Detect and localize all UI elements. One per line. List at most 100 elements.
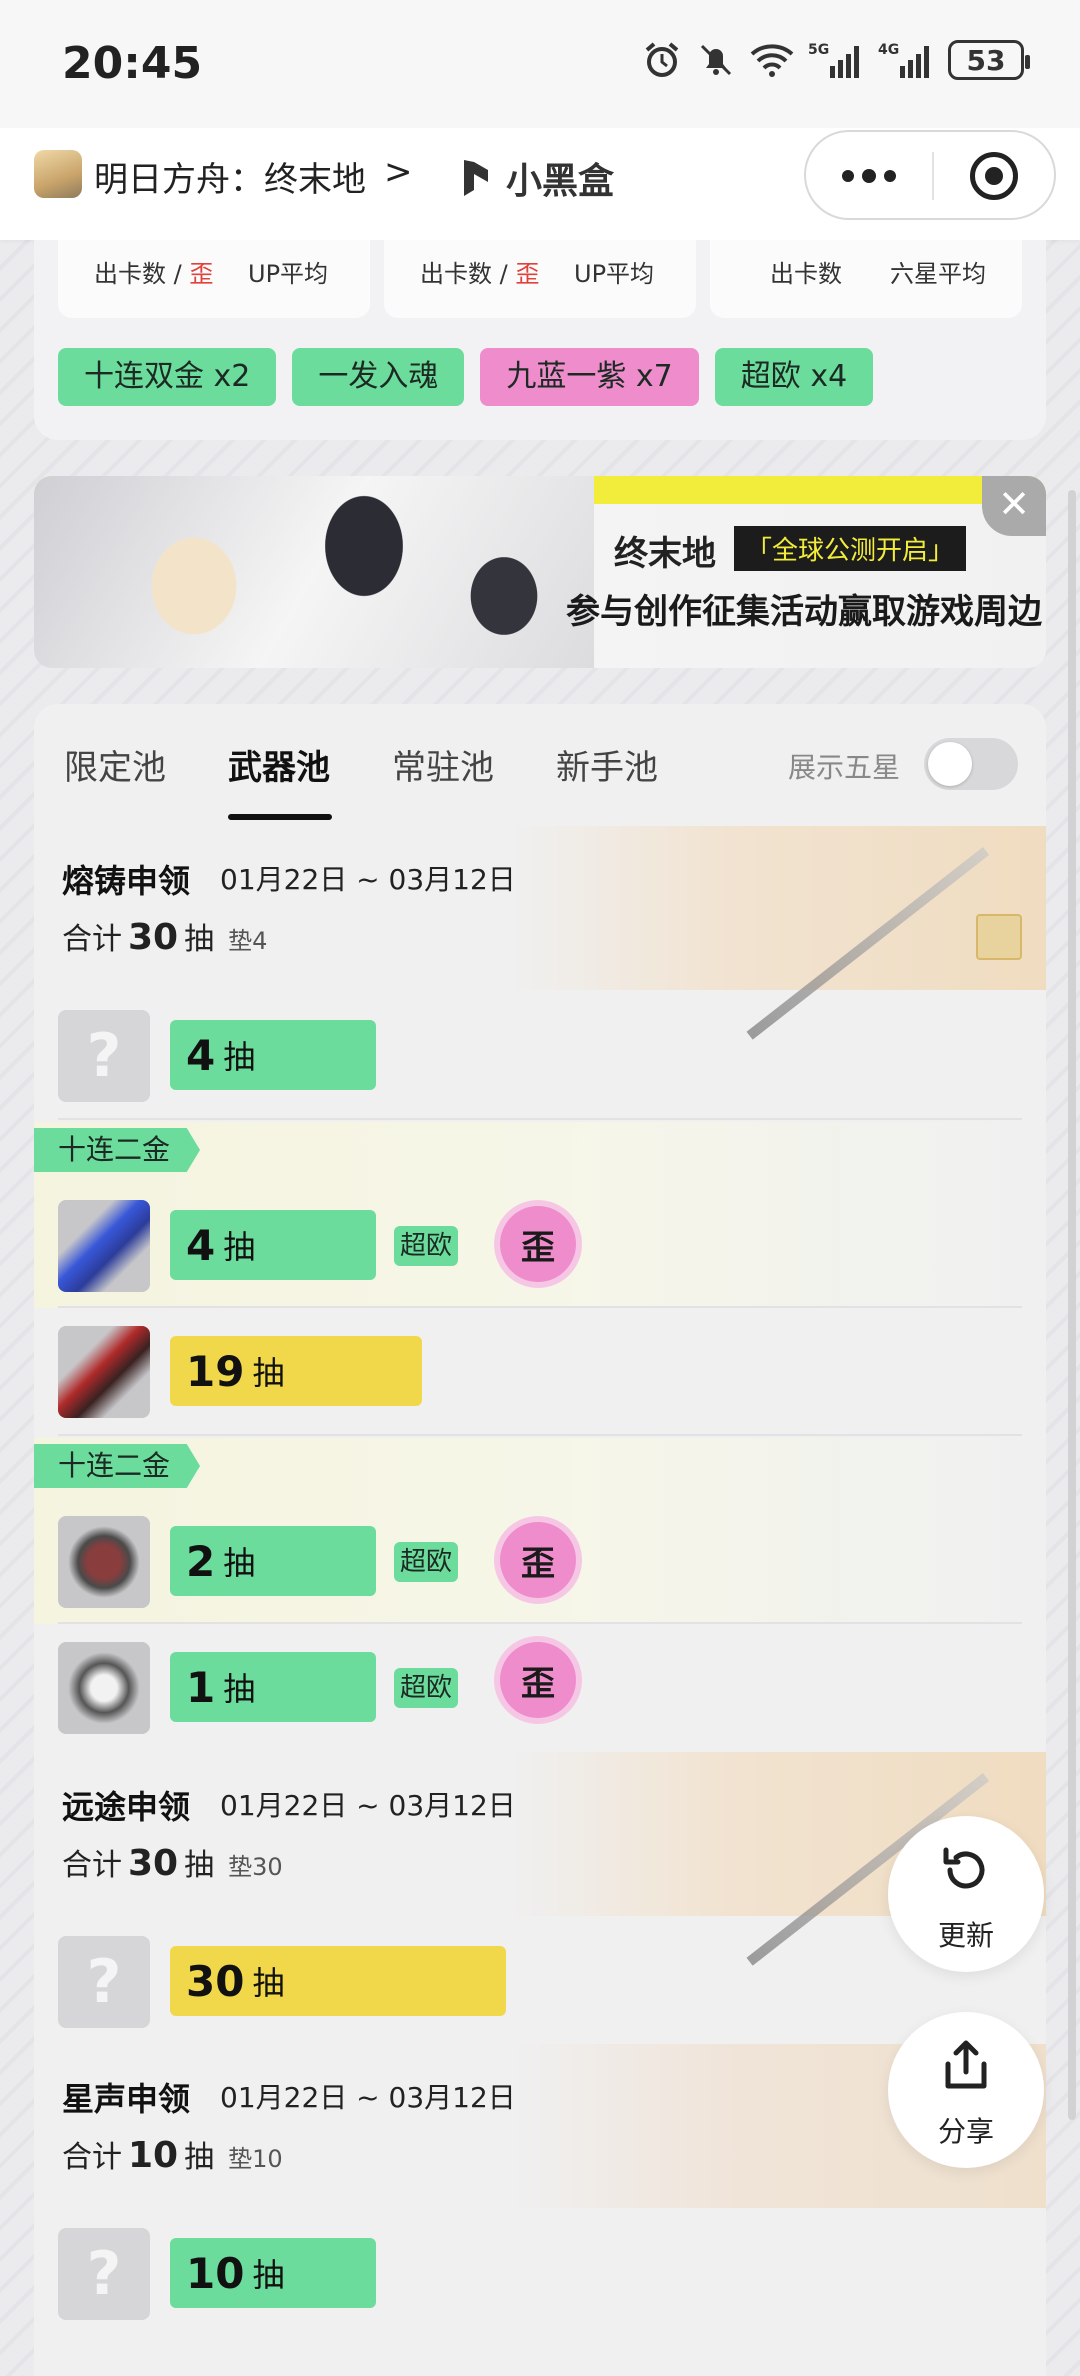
achievement-tags: 十连双金 x2 一发入魂 九蓝一紫 x7 超欧 x4 (58, 348, 874, 406)
show-five-star-label: 展示五星 (788, 751, 901, 784)
tab-limited[interactable]: 限定池 (64, 740, 166, 789)
refresh-label: 更新 (937, 1919, 994, 1952)
ten-pull-double-gold-ribbon: 十连二金 (34, 1128, 201, 1172)
pool-date: 01月22日 ~ 03月12日 (220, 1789, 516, 1822)
pool-date: 01月22日 ~ 03月12日 (220, 2081, 516, 2114)
unknown-item-icon (58, 2228, 150, 2320)
pull-count-bar: 19 抽 (170, 1336, 422, 1406)
pool-total: 合计 30 抽 垫4 (62, 914, 267, 958)
pool-total: 合计 10 抽 垫10 (62, 2132, 283, 2176)
chevron-right-icon[interactable]: > (384, 152, 413, 192)
unknown-item-icon (58, 1010, 150, 1102)
pool-header: 熔铸申领 01月22日 ~ 03月12日 合计 30 抽 垫4 (34, 826, 1046, 1040)
promo-banner[interactable]: 终末地 「全球公测开启」 参与创作征集活动赢取游戏周边 ✕ (34, 476, 1046, 668)
capsule-divider (932, 152, 934, 200)
stat-label-crooked: 歪 (515, 260, 540, 288)
pool-pity: 垫30 (228, 1853, 283, 1881)
pool-header-decoration (506, 826, 1046, 990)
share-button[interactable]: 分享 (888, 2012, 1044, 2168)
banner-badge: 「全球公测开启」 (734, 526, 967, 571)
exit-target-icon[interactable] (970, 152, 1018, 200)
pull-row-highlight: 十连二金 2抽 超欧 歪 (34, 1438, 1046, 1624)
game-title[interactable]: 明日方舟：终末地 (94, 152, 366, 201)
pool-weapon-thumbnail (976, 914, 1022, 960)
brand-logo-icon (464, 160, 488, 196)
pool-total-unit: 抽 (184, 2140, 215, 2175)
weapon-silver-icon (58, 1642, 150, 1734)
tab-weapon[interactable]: 武器池 (228, 740, 330, 789)
show-five-star-toggle[interactable] (924, 738, 1018, 790)
stat-label-six-star-avg: 六星平均 (890, 260, 986, 288)
pool-total-count: 30 (128, 1843, 179, 1884)
pull-row: 10抽 (34, 2210, 1046, 2338)
banner-artwork (34, 476, 594, 668)
tag-super-lucky: 超欧 x4 (714, 348, 874, 406)
stat-label-crooked: 歪 (189, 260, 214, 288)
pull-unit: 抽 (223, 1038, 256, 1076)
mini-program-nav: 明日方舟：终末地 > 小黑盒 (0, 128, 1080, 240)
pool-total-prefix: 合计 (62, 2140, 122, 2175)
pool-date: 01月22日 ~ 03月12日 (220, 863, 516, 896)
banner-close-icon[interactable]: ✕ (982, 476, 1046, 536)
battery-indicator: 53 (948, 40, 1030, 80)
super-lucky-badge: 超欧 (394, 1542, 459, 1582)
pull-count: 4 (186, 1030, 216, 1080)
wifi-icon (750, 44, 794, 77)
pool-pity: 垫10 (228, 2145, 283, 2173)
pull-unit: 抽 (223, 1544, 256, 1582)
signal-4g-icon: 4G (878, 42, 929, 78)
stat-label: 出卡数 / (94, 260, 190, 288)
pull-count: 19 (186, 1346, 245, 1396)
tab-standard[interactable]: 常驻池 (392, 740, 494, 789)
pull-count: 30 (186, 1956, 245, 2006)
stat-box-limited: 出卡数 / 歪 UP平均 (58, 240, 370, 318)
pool-tabs: 限定池 武器池 常驻池 新手池 展示五星 (34, 704, 1046, 822)
weapon-blue-icon (58, 1200, 150, 1292)
stat-label-up-avg: UP平均 (248, 260, 329, 288)
pool-name: 熔铸申领 (62, 862, 191, 900)
stat-box-standard: 出卡数 六星平均 (710, 240, 1022, 318)
alarm-icon (645, 42, 679, 77)
stat-label-up-avg: UP平均 (574, 260, 655, 288)
share-label: 分享 (937, 2115, 994, 2148)
refresh-button[interactable]: 更新 (888, 1816, 1044, 1972)
pull-unit: 抽 (252, 1354, 285, 1392)
pull-count: 2 (186, 1536, 216, 1586)
status-icons: 5G 4G 53 (642, 40, 1030, 80)
pool-name: 星声申领 (62, 2080, 191, 2118)
summary-card: 出卡数 / 歪 UP平均 出卡数 / 歪 UP平均 出卡数 六星平均 十连双金 … (34, 240, 1046, 440)
weapon-red-icon (58, 1326, 150, 1418)
pull-row: 19 抽 (34, 1308, 1046, 1436)
banner-slogan: 参与创作征集活动赢取游戏周边 (566, 592, 1042, 632)
brand-name: 小黑盒 (506, 161, 615, 202)
unknown-item-icon (58, 1936, 150, 2028)
scrollbar[interactable] (1068, 490, 1076, 2120)
pull-unit: 抽 (252, 1964, 285, 2002)
signal-5g-icon: 5G (808, 42, 859, 78)
game-avatar[interactable] (34, 150, 82, 198)
svg-text:4G: 4G (878, 42, 899, 58)
pool-total-prefix: 合计 (62, 1848, 122, 1883)
pull-count-bar: 10 抽 (170, 2238, 376, 2308)
pool-total-count: 10 (128, 2135, 179, 2176)
pull-count-bar: 4抽 (170, 1210, 376, 1280)
pool-total-unit: 抽 (184, 1848, 215, 1883)
tab-beginner[interactable]: 新手池 (556, 740, 658, 789)
pool-pity: 垫4 (228, 927, 268, 955)
pull-count-bar: 2抽 (170, 1526, 376, 1596)
pull-unit: 抽 (223, 1670, 256, 1708)
row-divider (58, 1434, 1022, 1436)
pull-row: 4抽 (34, 992, 1046, 1120)
status-bar: 20:45 5G 4G 53 (0, 0, 1080, 128)
brand: 小黑盒 (458, 152, 614, 204)
mute-bell-icon (700, 44, 732, 76)
ten-pull-double-gold-ribbon: 十连二金 (34, 1444, 201, 1488)
pull-count: 1 (186, 1662, 216, 1712)
more-dots-icon[interactable] (828, 148, 910, 204)
pool-total: 合计 30 抽 垫30 (62, 1840, 283, 1884)
pull-unit: 抽 (223, 1228, 256, 1266)
status-time: 20:45 (62, 38, 203, 89)
pull-row: 1抽 超欧 歪 (34, 1624, 1046, 1752)
pull-count: 10 (186, 2248, 245, 2298)
pull-count-bar: 1抽 (170, 1652, 376, 1722)
